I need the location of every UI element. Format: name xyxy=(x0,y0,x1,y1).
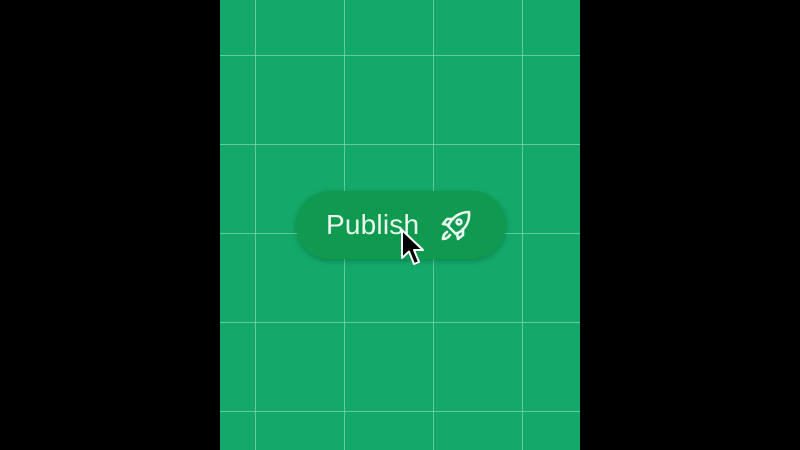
rocket-icon xyxy=(438,208,474,244)
mouse-pointer-arrow-icon xyxy=(400,228,426,268)
green-canvas: Publish xyxy=(220,0,580,450)
